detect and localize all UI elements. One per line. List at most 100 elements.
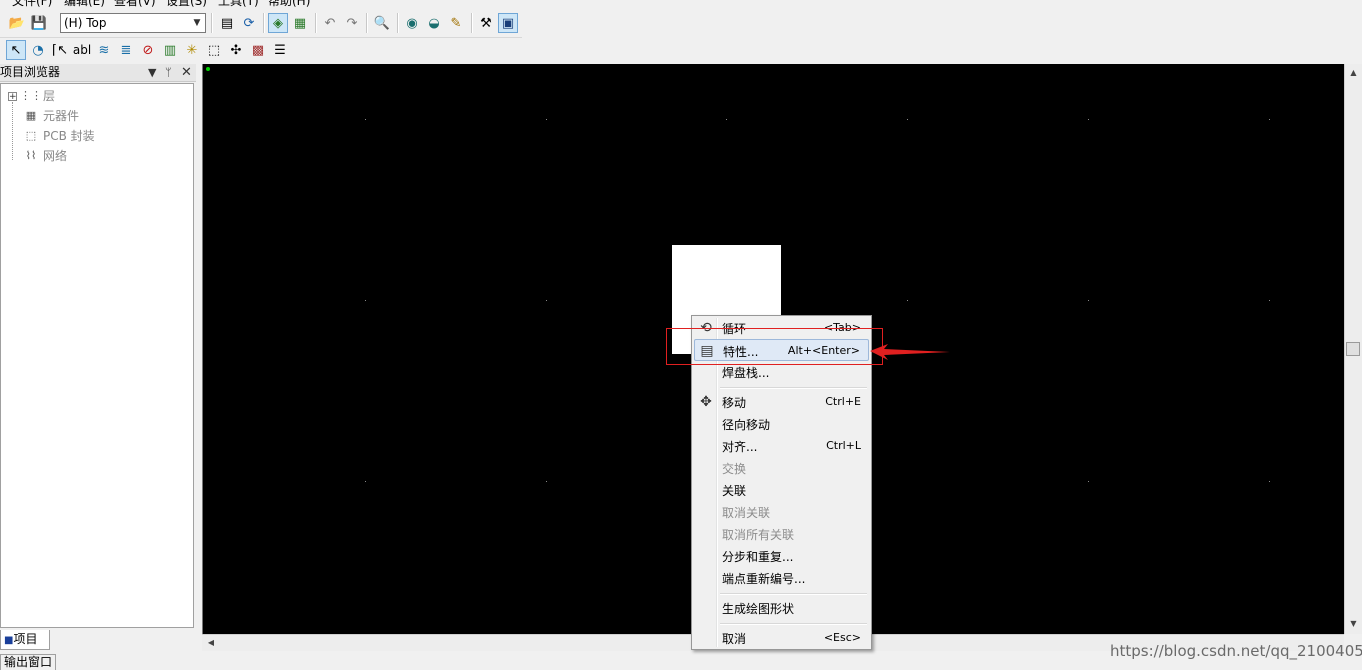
toolbar-separator (315, 13, 317, 33)
properties-icon[interactable]: ▤ (217, 13, 237, 33)
menu-item-label: 焊盘栈... (722, 366, 770, 380)
design-toolbar-icon[interactable]: ◈ (268, 13, 288, 33)
menu-item-step-and-repeat[interactable]: 分步和重复... (694, 545, 869, 567)
tree-line (12, 102, 13, 160)
project-browser-tree (0, 83, 194, 628)
project-browser-header: 项目浏览器 ▼ ᛘ ✕ (0, 64, 196, 82)
tree-item-layers[interactable]: ⋮⋮ 层 (20, 86, 56, 104)
view-icon[interactable]: ◉ (402, 13, 422, 33)
tree-item-label: 层 (43, 88, 56, 103)
grid-dot (546, 481, 547, 482)
menu-view[interactable]: 查看(V) (114, 0, 156, 8)
text-icon[interactable]: abl (72, 40, 92, 60)
copper-icon[interactable]: ≣ (116, 40, 136, 60)
route-icon[interactable]: ▩ (248, 40, 268, 60)
component-place-icon[interactable]: ⬚ (204, 40, 224, 60)
menu-item-cancel[interactable]: 取消 <Esc> (694, 627, 869, 649)
move-arrows-icon: ✥ (700, 394, 712, 410)
menu-item-label: 端点重新编号... (722, 572, 806, 586)
menu-item-label: 交换 (722, 462, 747, 476)
dropdown-icon[interactable]: ▼ (148, 64, 156, 81)
annotation-arrow-icon (870, 344, 950, 360)
menu-file[interactable]: 文件(F) (12, 0, 52, 8)
scroll-up-icon[interactable]: ▲ (1347, 66, 1360, 80)
main-toolbar: 📂 💾 (H) Top ▼ ▤ ⟳ ◈ ▦ ↶ ↷ 🔍 ◉ ◒ ✎ ⚒ ▣ (0, 9, 522, 38)
menu-item-move[interactable]: ✥ 移动 Ctrl+E (694, 391, 869, 413)
layer-select[interactable]: (H) Top ▼ (60, 13, 206, 33)
menu-item-create-drafting-shape[interactable]: 生成绘图形状 (694, 597, 869, 619)
undo-icon[interactable]: ↶ (320, 13, 340, 33)
menu-item-align[interactable]: 对齐... Ctrl+L (694, 435, 869, 457)
grid-dot (365, 119, 366, 120)
menu-item-label: 关联 (722, 484, 747, 498)
grid-dot (365, 300, 366, 301)
tool-icon[interactable]: ⚒ (476, 13, 496, 33)
no-entry-icon[interactable]: ⊘ (138, 40, 158, 60)
menu-item-label: 分步和重复... (722, 550, 794, 564)
layers-icon: ⋮⋮ (20, 88, 42, 102)
menu-tools[interactable]: 工具(T) (218, 0, 259, 8)
bus-icon[interactable]: ▥ (160, 40, 180, 60)
open-folder-icon[interactable]: 📂 (7, 13, 27, 33)
grid-dot (546, 300, 547, 301)
save-icon[interactable]: 💾 (29, 13, 49, 33)
menu-item-shortcut: Ctrl+L (826, 439, 861, 452)
toolbar-separator (397, 13, 399, 33)
grid-dot (365, 481, 366, 482)
tree-item-label: 网络 (43, 148, 68, 163)
menu-item-disassociate[interactable]: 取消关联 (694, 501, 869, 523)
window-icon[interactable]: ▣ (498, 13, 518, 33)
menu-edit[interactable]: 编辑(E) (64, 0, 105, 8)
menu-help[interactable]: 帮助(H) (268, 0, 310, 8)
scroll-down-icon[interactable]: ▼ (1347, 617, 1360, 631)
grid-dot (546, 119, 547, 120)
toolbar-separator (263, 13, 265, 33)
menu-item-shortcut: <Esc> (823, 631, 861, 644)
menu-item-radial-move[interactable]: 径向移动 (694, 413, 869, 435)
origin-marker (206, 67, 210, 71)
grid-dot (1269, 119, 1270, 120)
menu-item-label: 取消关联 (722, 506, 771, 520)
chevron-down-icon[interactable]: ▼ (189, 14, 205, 32)
tree-item-components[interactable]: ▦ 元器件 (22, 106, 79, 124)
move-icon[interactable]: ◔ (28, 40, 48, 60)
vertical-scrollbar[interactable]: ▲ ▼ (1344, 64, 1362, 634)
refresh-icon[interactable]: ⟳ (239, 13, 259, 33)
close-icon[interactable]: ✕ (181, 64, 192, 81)
zoom-icon[interactable]: 🔍 (372, 13, 392, 33)
highlight-icon[interactable]: ✳ (182, 40, 202, 60)
brush-icon[interactable]: ✎ (446, 13, 466, 33)
grid-dot (1088, 481, 1089, 482)
tree-item-label: PCB 封装 (43, 128, 95, 143)
select-pointer-icon[interactable]: ↖ (6, 40, 26, 60)
scrollbar-thumb[interactable] (1346, 342, 1360, 356)
menu-item-label: 取消 (722, 632, 747, 646)
redo-icon[interactable]: ↷ (342, 13, 362, 33)
grid-dot (907, 119, 908, 120)
tab-project-label: 项目 (13, 632, 38, 646)
scroll-left-icon[interactable]: ◀ (204, 635, 218, 651)
drafting-toolbar-icon[interactable]: ▦ (290, 13, 310, 33)
menu-item-renumber-terminals[interactable]: 端点重新编号... (694, 567, 869, 589)
menu-item-associate[interactable]: 关联 (694, 479, 869, 501)
menu-settings[interactable]: 设置(S) (166, 0, 207, 8)
pins-icon[interactable]: ✣ (226, 40, 246, 60)
annotation-highlight-box (666, 328, 883, 365)
tree-item-nets[interactable]: ⌇⌇ 网络 (22, 146, 67, 164)
tab-output-window[interactable]: 输出窗口 (0, 654, 56, 670)
trace-icon[interactable]: ≋ (94, 40, 114, 60)
select-filter-icon[interactable]: ⌈↖ (50, 40, 70, 60)
menu-item-swap[interactable]: 交换 (694, 457, 869, 479)
list-icon[interactable]: ☰ (270, 40, 290, 60)
menubar: 文件(F) 编辑(E) 查看(V) 设置(S) 工具(T) 帮助(H) (0, 0, 1362, 8)
redraw-icon[interactable]: ◒ (424, 13, 444, 33)
tree-item-pcb-footprints[interactable]: ⬚ PCB 封装 (22, 126, 95, 144)
menu-item-label: 移动 (722, 396, 747, 410)
pin-icon[interactable]: ᛘ (165, 64, 172, 81)
tab-project[interactable]: ■项目 (0, 630, 50, 650)
menu-item-label: 径向移动 (722, 418, 771, 432)
menu-item-disassociate-all[interactable]: 取消所有关联 (694, 523, 869, 545)
menu-item-shortcut: Ctrl+E (825, 395, 861, 408)
toolbar-separator (211, 13, 213, 33)
tree-expand-icon[interactable]: + (8, 92, 17, 102)
